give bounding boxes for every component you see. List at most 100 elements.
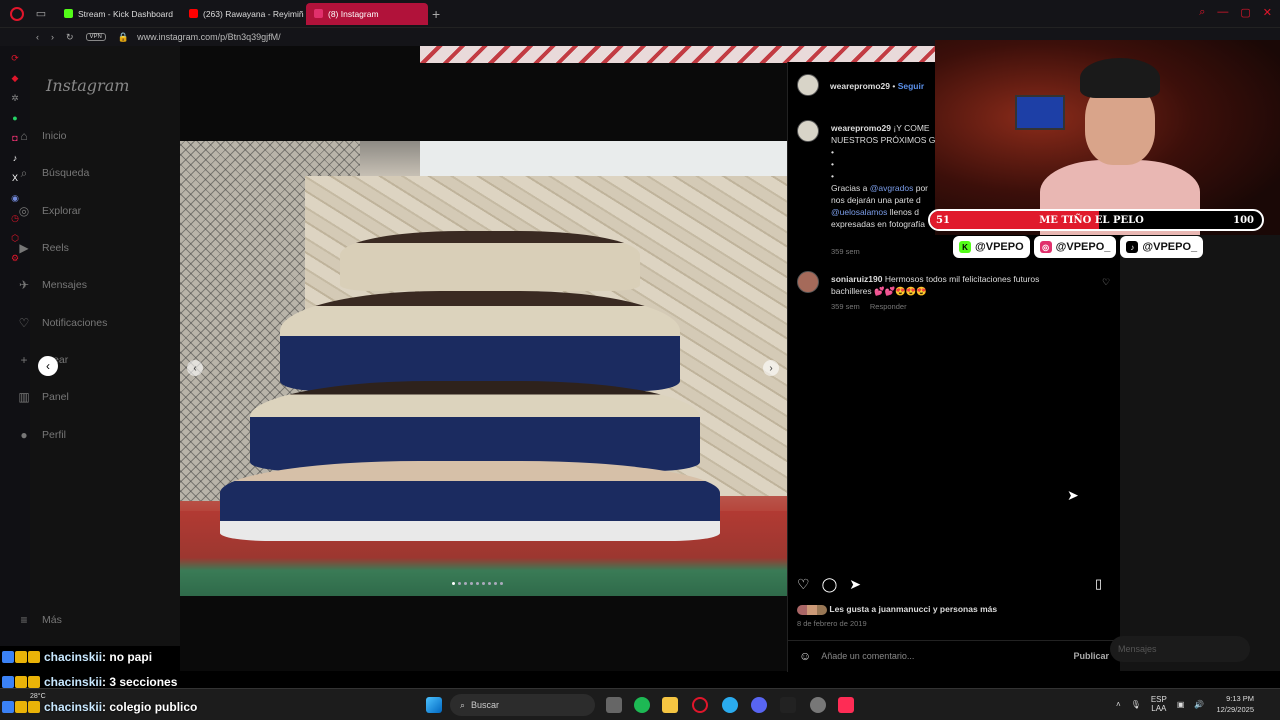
minimize-button[interactable]: — [1217, 6, 1228, 19]
nav-mensajes[interactable]: ✈ Mensajes [16, 277, 87, 293]
badge-icon [28, 701, 40, 713]
spotify-icon[interactable] [634, 697, 650, 713]
reply-button[interactable]: Responder [870, 302, 907, 311]
history-icon[interactable]: ⟳ [9, 52, 21, 64]
close-post-back-button[interactable]: ‹ [38, 356, 58, 376]
whatsapp-icon[interactable]: ● [9, 112, 21, 124]
compass-icon: ◎ [18, 204, 30, 218]
stream-goal-bar: 51 ME TIÑO EL PELO 100 [928, 209, 1264, 231]
chatgpt-icon[interactable]: ✲ [9, 92, 21, 104]
comment-username[interactable]: soniaruiz190 [831, 274, 883, 284]
app-icon[interactable] [780, 697, 796, 713]
social-handles: K @VPEPO ◎ @VPEPO_ ♪ @VPEPO_ [953, 236, 1204, 258]
weather-widget[interactable]: 28°C [30, 693, 46, 700]
caption-avatar[interactable] [797, 120, 819, 142]
nav-perfil[interactable]: ● Perfil [16, 427, 66, 443]
instagram-logo[interactable]: Instagram [46, 76, 129, 95]
badge-icon [15, 676, 27, 688]
author-username[interactable]: wearepromo29 [830, 81, 890, 91]
opera-gx-icon[interactable] [692, 697, 708, 713]
windows-start-icon[interactable] [426, 697, 442, 713]
nav-reels[interactable]: ▶ Reels [16, 240, 69, 256]
maximize-button[interactable]: ▢ [1240, 6, 1250, 19]
window-controls: ⌕ — ▢ ✕ [1199, 6, 1272, 19]
telegram-icon[interactable] [722, 697, 738, 713]
comment-like-heart-icon[interactable]: ♡ [1102, 277, 1110, 288]
nav-panel[interactable]: ▥ Panel [16, 389, 69, 405]
task-view-icon[interactable] [606, 697, 622, 713]
microphone-icon[interactable]: 🎙 [1131, 700, 1141, 709]
messages-pill[interactable]: Mensajes [1110, 636, 1250, 662]
tiktok-live-icon[interactable] [838, 697, 854, 713]
chat-text: : colegio publico [102, 700, 198, 714]
tab-youtube[interactable]: (263) Rawayana - Reyimiñ [181, 3, 306, 25]
new-tab-button[interactable]: + [432, 6, 440, 22]
back-icon[interactable]: ‹ [36, 32, 39, 42]
discord-icon[interactable] [751, 697, 767, 713]
url-field[interactable]: www.instagram.com/p/Btn3q39gjfM/ [137, 32, 281, 42]
network-icon[interactable]: ▣ [1177, 700, 1185, 709]
chat-message: chacinskii: colegio publico [2, 700, 197, 714]
carousel-dot[interactable] [488, 582, 491, 585]
carousel-dot[interactable] [452, 582, 455, 585]
handle-label: @VPEPO_ [1142, 241, 1198, 253]
shopping-icon[interactable]: ◆ [9, 72, 21, 84]
tab-label: (8) Instagram [328, 8, 379, 19]
chevron-up-icon[interactable]: ˄ [1116, 700, 1121, 709]
liker-avatars[interactable] [797, 604, 827, 615]
publish-button[interactable]: Publicar [1073, 651, 1109, 661]
forward-icon[interactable]: › [51, 32, 54, 42]
search-icon[interactable]: ⌕ [1199, 6, 1205, 19]
carousel-dot[interactable] [500, 582, 503, 585]
tab-list-icon[interactable]: ▭ [34, 7, 48, 21]
vpn-badge[interactable]: VPN [85, 33, 106, 41]
nav-explorar[interactable]: ◎ Explorar [16, 203, 81, 219]
nav-label: Reels [42, 242, 69, 254]
menu-icon: ≡ [20, 613, 28, 627]
carousel-dot[interactable] [470, 582, 473, 585]
mention-link[interactable]: @uelosalamos [831, 207, 887, 217]
caption-username[interactable]: wearepromo29 [831, 123, 891, 133]
carousel-dot[interactable] [458, 582, 461, 585]
like-heart-icon[interactable]: ♡ [797, 576, 810, 593]
likes-text[interactable]: Les gusta a juanmanucci y personas más [829, 604, 997, 614]
clock[interactable]: 9:13 PM 12/29/2025 [1216, 693, 1254, 715]
carousel-dot[interactable] [464, 582, 467, 585]
next-slide-button[interactable]: › [763, 360, 779, 376]
badge-icon [28, 676, 40, 688]
close-button[interactable]: ✕ [1263, 6, 1272, 19]
search-icon: ⌕ [460, 699, 466, 710]
carousel-dot[interactable] [476, 582, 479, 585]
nav-inicio[interactable]: ⌂ Inicio [16, 128, 67, 144]
carousel-dot[interactable] [494, 582, 497, 585]
language-layout: LAA [1151, 704, 1167, 713]
obs-icon[interactable] [810, 697, 826, 713]
post-photo[interactable] [180, 141, 787, 596]
share-icon[interactable]: ➤ [849, 576, 861, 593]
nav-label: Inicio [42, 130, 67, 142]
language-indicator[interactable]: ESP LAA [1151, 695, 1167, 713]
nav-busqueda[interactable]: ⌕ Búsqueda [16, 165, 90, 181]
taskbar-search[interactable]: ⌕ Buscar [450, 694, 595, 716]
reload-icon[interactable]: ↻ [66, 32, 74, 43]
follow-button[interactable]: Seguir [898, 81, 924, 91]
file-explorer-icon[interactable] [662, 697, 678, 713]
opera-logo-icon[interactable] [10, 6, 24, 21]
bookmark-icon[interactable]: ▯ [1095, 576, 1102, 592]
commenter-avatar[interactable] [797, 271, 819, 293]
comment-icon[interactable]: ◯ [822, 576, 838, 593]
volume-icon[interactable]: 🔊 [1194, 700, 1204, 709]
previous-slide-button[interactable]: ‹ [187, 360, 203, 376]
tab-instagram[interactable]: (8) Instagram [306, 2, 428, 25]
goal-title: ME TIÑO EL PELO [1039, 214, 1144, 226]
search-icon: ⌕ [20, 165, 28, 180]
author-avatar[interactable] [797, 74, 819, 96]
comment-input[interactable]: Añade un comentario... [821, 651, 914, 661]
tab-kick-dashboard[interactable]: Stream - Kick Dashboard [56, 3, 181, 25]
carousel-dot[interactable] [482, 582, 485, 585]
emoji-icon[interactable]: ☺ [799, 649, 811, 663]
mention-link[interactable]: @avgrados [870, 183, 914, 193]
tiktok-icon[interactable]: ♪ [9, 152, 21, 164]
nav-notificaciones[interactable]: ♡ Notificaciones [16, 315, 108, 331]
nav-mas[interactable]: ≡ Más [16, 612, 61, 628]
